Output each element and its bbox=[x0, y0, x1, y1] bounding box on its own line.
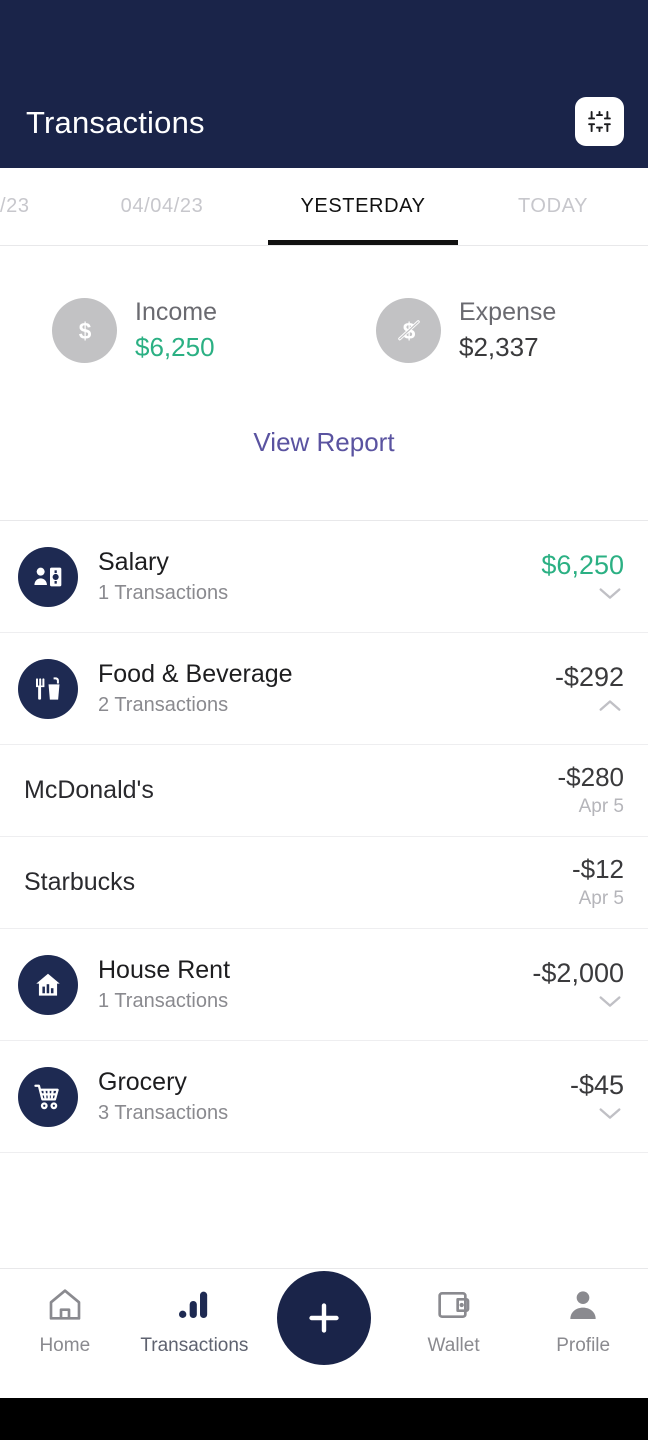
shopping-cart-icon bbox=[18, 1066, 78, 1127]
home-indicator-bar bbox=[0, 1398, 648, 1440]
nav-label-wallet: Wallet bbox=[427, 1335, 480, 1356]
transaction-name: Starbucks bbox=[24, 868, 136, 896]
tab-yesterday[interactable]: YESTERDAY bbox=[268, 168, 458, 245]
date-tab-bar[interactable]: /23 04/04/23 YESTERDAY TODAY bbox=[0, 168, 648, 246]
category-name: Food & Beverage bbox=[98, 660, 293, 689]
category-count: 3 Transactions bbox=[98, 1101, 229, 1124]
category-amount: -$2,000 bbox=[532, 957, 624, 988]
income-label: Income bbox=[135, 298, 217, 327]
tab-date-04-04-23[interactable]: 04/04/23 bbox=[56, 168, 268, 245]
income-amount: $6,250 bbox=[135, 331, 215, 362]
wallet-icon bbox=[437, 1292, 469, 1318]
category-amount: -$292 bbox=[554, 661, 624, 692]
list-item[interactable]: Starbucks -$12 Apr 5 bbox=[0, 837, 648, 929]
add-transaction-button[interactable] bbox=[276, 1271, 371, 1365]
transaction-name: McDonald's bbox=[24, 776, 154, 804]
expense-summary: $ Expense $2,337 bbox=[324, 298, 648, 363]
transaction-date: Apr 5 bbox=[578, 888, 624, 910]
income-summary: $ Income $6,250 bbox=[0, 298, 324, 363]
expense-label: Expense bbox=[459, 298, 557, 327]
category-count: 2 Transactions bbox=[98, 693, 229, 716]
house-rent-icon bbox=[18, 954, 78, 1015]
category-name: Salary bbox=[98, 548, 169, 577]
table-row[interactable]: House Rent 1 Transactions -$2,000 bbox=[0, 929, 648, 1041]
nav-label-transactions: Transactions bbox=[140, 1335, 249, 1356]
summary-row: $ Income $6,250 $ Expense bbox=[0, 298, 648, 363]
transactions-screen: Transactions /23 04/04/23 YESTERDAY TODA… bbox=[0, 0, 648, 1440]
home-icon bbox=[49, 1289, 81, 1320]
filter-button[interactable] bbox=[575, 97, 624, 146]
summary-section: $ Income $6,250 $ Expense bbox=[0, 246, 648, 521]
list-item[interactable]: McDonald's -$280 Apr 5 bbox=[0, 745, 648, 837]
sliders-filter-icon bbox=[588, 110, 611, 133]
category-amount: -$45 bbox=[569, 1069, 624, 1100]
chevron-down-icon[interactable] bbox=[596, 1104, 624, 1122]
svg-text:$: $ bbox=[78, 317, 91, 343]
nav-label-profile: Profile bbox=[556, 1335, 611, 1356]
tab-date-partial[interactable]: /23 bbox=[0, 168, 56, 245]
category-name: Grocery bbox=[98, 1068, 187, 1097]
plus-icon bbox=[309, 1303, 339, 1333]
nav-item-transactions[interactable]: Transactions bbox=[130, 1285, 260, 1357]
nav-item-profile[interactable]: Profile bbox=[518, 1285, 648, 1357]
food-fork-cup-icon bbox=[18, 658, 78, 719]
nav-label-home: Home bbox=[39, 1335, 91, 1356]
category-count: 1 Transactions bbox=[98, 581, 229, 604]
category-amount: $6,250 bbox=[541, 549, 624, 580]
dollar-slash-circle-icon: $ bbox=[376, 298, 441, 363]
page-title: Transactions bbox=[26, 105, 205, 140]
nav-item-add[interactable] bbox=[259, 1271, 389, 1365]
chevron-down-icon[interactable] bbox=[596, 584, 624, 602]
chevron-up-icon[interactable] bbox=[596, 696, 624, 714]
salary-person-money-icon bbox=[18, 546, 78, 607]
transaction-date: Apr 5 bbox=[578, 796, 624, 818]
bottom-navigation: Home Transactions Wallet Profile bbox=[0, 1268, 648, 1398]
dollar-circle-icon: $ bbox=[52, 298, 117, 363]
transaction-amount: -$280 bbox=[557, 761, 625, 792]
person-icon bbox=[570, 1291, 596, 1319]
category-count: 1 Transactions bbox=[98, 989, 229, 1012]
nav-item-wallet[interactable]: Wallet bbox=[389, 1285, 519, 1357]
table-row[interactable]: Salary 1 Transactions $6,250 bbox=[0, 521, 648, 633]
transaction-list: Salary 1 Transactions $6,250 Food & Beve… bbox=[0, 521, 648, 1268]
expense-amount: $2,337 bbox=[459, 331, 539, 362]
nav-item-home[interactable]: Home bbox=[0, 1285, 130, 1357]
bar-chart-icon bbox=[179, 1291, 208, 1318]
chevron-down-icon[interactable] bbox=[596, 992, 624, 1010]
tab-today[interactable]: TODAY bbox=[458, 168, 648, 245]
app-header: Transactions bbox=[0, 0, 648, 168]
category-name: House Rent bbox=[98, 956, 231, 985]
table-row[interactable]: Grocery 3 Transactions -$45 bbox=[0, 1041, 648, 1153]
view-report-link[interactable]: View Report bbox=[0, 363, 648, 520]
transaction-amount: -$12 bbox=[571, 853, 624, 884]
table-row[interactable]: Food & Beverage 2 Transactions -$292 bbox=[0, 633, 648, 745]
